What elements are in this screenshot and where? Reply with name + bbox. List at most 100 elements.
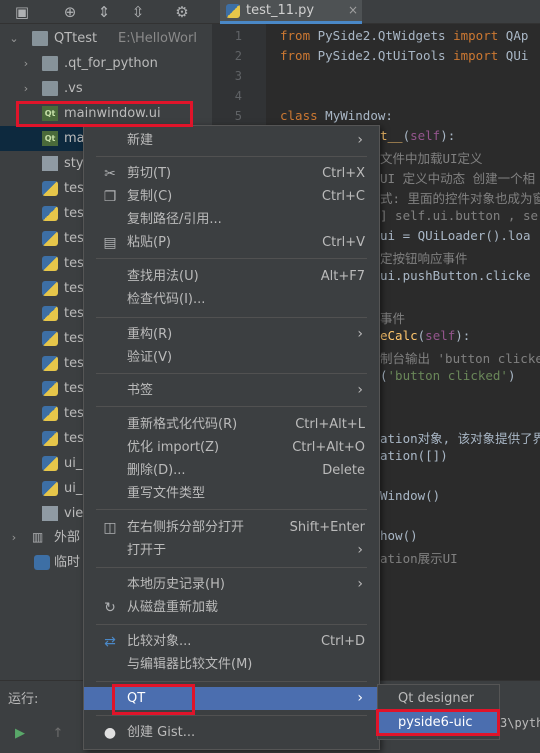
tree-item-label: .vs: [64, 81, 83, 96]
tree-item-label: ui_: [64, 456, 83, 471]
menu-item-new[interactable]: 新建 ›: [84, 129, 379, 152]
python-file-icon: [42, 406, 58, 421]
code-line-12: 定按钮响应事件: [380, 251, 468, 266]
python-file-icon: [42, 331, 58, 346]
menu-item-reload-from-disk[interactable]: ↻ 从磁盘重新加载: [84, 596, 379, 619]
code-line-2: from PySide2.QtUiTools import QUi: [280, 48, 529, 63]
menu-item-validate[interactable]: 验证(V): [84, 346, 379, 369]
tree-item-label: tes: [64, 306, 84, 321]
tree-item-label: tes: [64, 256, 84, 271]
menu-item-find-usages[interactable]: 查找用法(U) Alt+F7: [84, 265, 379, 288]
python-file-icon: [42, 231, 58, 246]
code-line-17: 制台输出 'button clicke: [380, 351, 540, 366]
menu-separator: [96, 567, 367, 568]
menu-separator: [96, 624, 367, 625]
code-line-11: ui = QUiLoader().loa: [380, 228, 531, 243]
chevron-right-icon: ›: [357, 542, 363, 558]
text-file-icon: [42, 156, 58, 171]
code-line-5: class MyWindow:: [280, 108, 393, 123]
line-number: 4: [234, 89, 242, 103]
tree-item[interactable]: › .qt_for_python: [0, 51, 212, 76]
menu-item-compare-with[interactable]: ⇄ 比较对象... Ctrl+D: [84, 630, 379, 653]
chevron-right-icon[interactable]: ›: [8, 525, 20, 550]
python-file-icon: [42, 356, 58, 371]
project-view-icon[interactable]: ▣: [12, 2, 32, 22]
menu-item-optimize-imports[interactable]: 优化 import(Z) Ctrl+Alt+O: [84, 436, 379, 459]
folder-icon: [32, 31, 48, 46]
code-line-22: ation([]): [380, 448, 448, 463]
library-icon: ▥: [32, 530, 44, 544]
python-file-icon: [42, 431, 58, 446]
menu-item-override-file-type[interactable]: 重写文件类型: [84, 482, 379, 505]
menu-item-open-in[interactable]: 打开于 ›: [84, 539, 379, 562]
menu-item-refactor[interactable]: 重构(R) ›: [84, 323, 379, 346]
expand-all-icon[interactable]: ⇕: [94, 2, 114, 22]
code-line-15: 事件: [380, 311, 406, 326]
tab-test-11[interactable]: test_11.py ×: [220, 0, 362, 24]
run-panel-title: 运行:: [8, 692, 39, 707]
code-line-18: ('button clicked'): [380, 368, 516, 383]
tree-item-label: ui_: [64, 481, 83, 496]
tree-item-label: tes: [64, 281, 84, 296]
copy-icon: ❐: [103, 189, 117, 205]
menu-item-local-history[interactable]: 本地历史记录(H) ›: [84, 573, 379, 596]
python-file-icon: [42, 181, 58, 196]
menu-item-copy[interactable]: ❐ 复制(C) Ctrl+C: [84, 185, 379, 208]
code-line-8: UI 定义中动态 创建一个相: [380, 171, 536, 186]
menu-item-compare-with-editor[interactable]: 与编辑器比较文件(M): [84, 653, 379, 676]
clipboard-icon: ▤: [103, 235, 117, 251]
up-arrow-icon[interactable]: ↑: [48, 724, 68, 744]
code-line-6: t__(self):: [380, 128, 456, 143]
collapse-all-icon[interactable]: ⇳: [128, 2, 148, 22]
python-file-icon: [42, 381, 58, 396]
gear-icon[interactable]: ⚙: [172, 2, 192, 22]
code-line-21: ation对象, 该对象提供了界: [380, 431, 540, 446]
tree-item-label: mainwindow.ui: [64, 106, 161, 121]
line-number: 2: [234, 49, 242, 63]
chevron-right-icon: ›: [357, 382, 363, 398]
github-icon: ●: [103, 725, 117, 741]
split-icon: ◫: [103, 520, 117, 536]
reload-icon: ↻: [104, 600, 116, 616]
menu-separator: [96, 681, 367, 682]
close-icon[interactable]: ×: [348, 3, 358, 17]
submenu-item-pyside6-uic[interactable]: pyside6-uic: [378, 711, 499, 735]
chevron-down-icon[interactable]: ⌄: [8, 26, 20, 51]
line-number: 1: [234, 29, 242, 43]
menu-item-inspect-code[interactable]: 检查代码(I)...: [84, 288, 379, 311]
chevron-right-icon[interactable]: ›: [20, 51, 32, 76]
tree-item[interactable]: Qt mainwindow.ui: [0, 101, 212, 126]
run-icon[interactable]: ▶: [10, 724, 30, 744]
scissors-icon: ✂: [104, 166, 116, 182]
tree-item-label: tes: [64, 206, 84, 221]
menu-item-bookmarks[interactable]: 书签 ›: [84, 379, 379, 402]
menu-item-qt[interactable]: QT ›: [84, 687, 379, 710]
locate-icon[interactable]: ⊕: [60, 2, 80, 22]
tree-item-label: tes: [64, 181, 84, 196]
python-file-icon: [226, 4, 240, 18]
submenu-item-qt-designer[interactable]: Qt designer: [378, 687, 499, 711]
tree-item-label: vie: [64, 506, 84, 521]
code-line-1: from PySide2.QtWidgets import QAp: [280, 28, 529, 43]
menu-item-copy-path[interactable]: 复制路径/引用...: [84, 208, 379, 231]
code-line-27: ation展示UI: [380, 551, 458, 566]
menu-separator: [96, 156, 367, 157]
python-file-icon: [42, 256, 58, 271]
tree-item-label: tes: [64, 406, 84, 421]
scratches-label: 临时: [54, 555, 81, 570]
menu-item-paste[interactable]: ▤ 粘贴(P) Ctrl+V: [84, 231, 379, 254]
menu-item-delete[interactable]: 删除(D)... Delete: [84, 459, 379, 482]
menu-item-split-right[interactable]: ◫ 在右侧拆分部分打开 Shift+Enter: [84, 516, 379, 539]
chevron-right-icon[interactable]: ›: [20, 76, 32, 101]
menu-item-create-gist[interactable]: ● 创建 Gist...: [84, 721, 379, 744]
chevron-right-icon: ›: [357, 690, 363, 706]
tree-root-qttest[interactable]: ⌄ QTtest E:\HelloWorl: [0, 26, 212, 51]
chevron-right-icon: ›: [357, 132, 363, 148]
menu-item-reformat[interactable]: 重新格式化代码(R) Ctrl+Alt+L: [84, 413, 379, 436]
tree-item[interactable]: › .vs: [0, 76, 212, 101]
menu-separator: [96, 406, 367, 407]
qt-submenu: Qt designer pyside6-uic: [377, 684, 500, 740]
menu-item-cut[interactable]: ✂ 剪切(T) Ctrl+X: [84, 162, 379, 185]
run-output-text: 3\pyth: [500, 716, 540, 730]
compare-icon: ⇄: [104, 634, 116, 650]
